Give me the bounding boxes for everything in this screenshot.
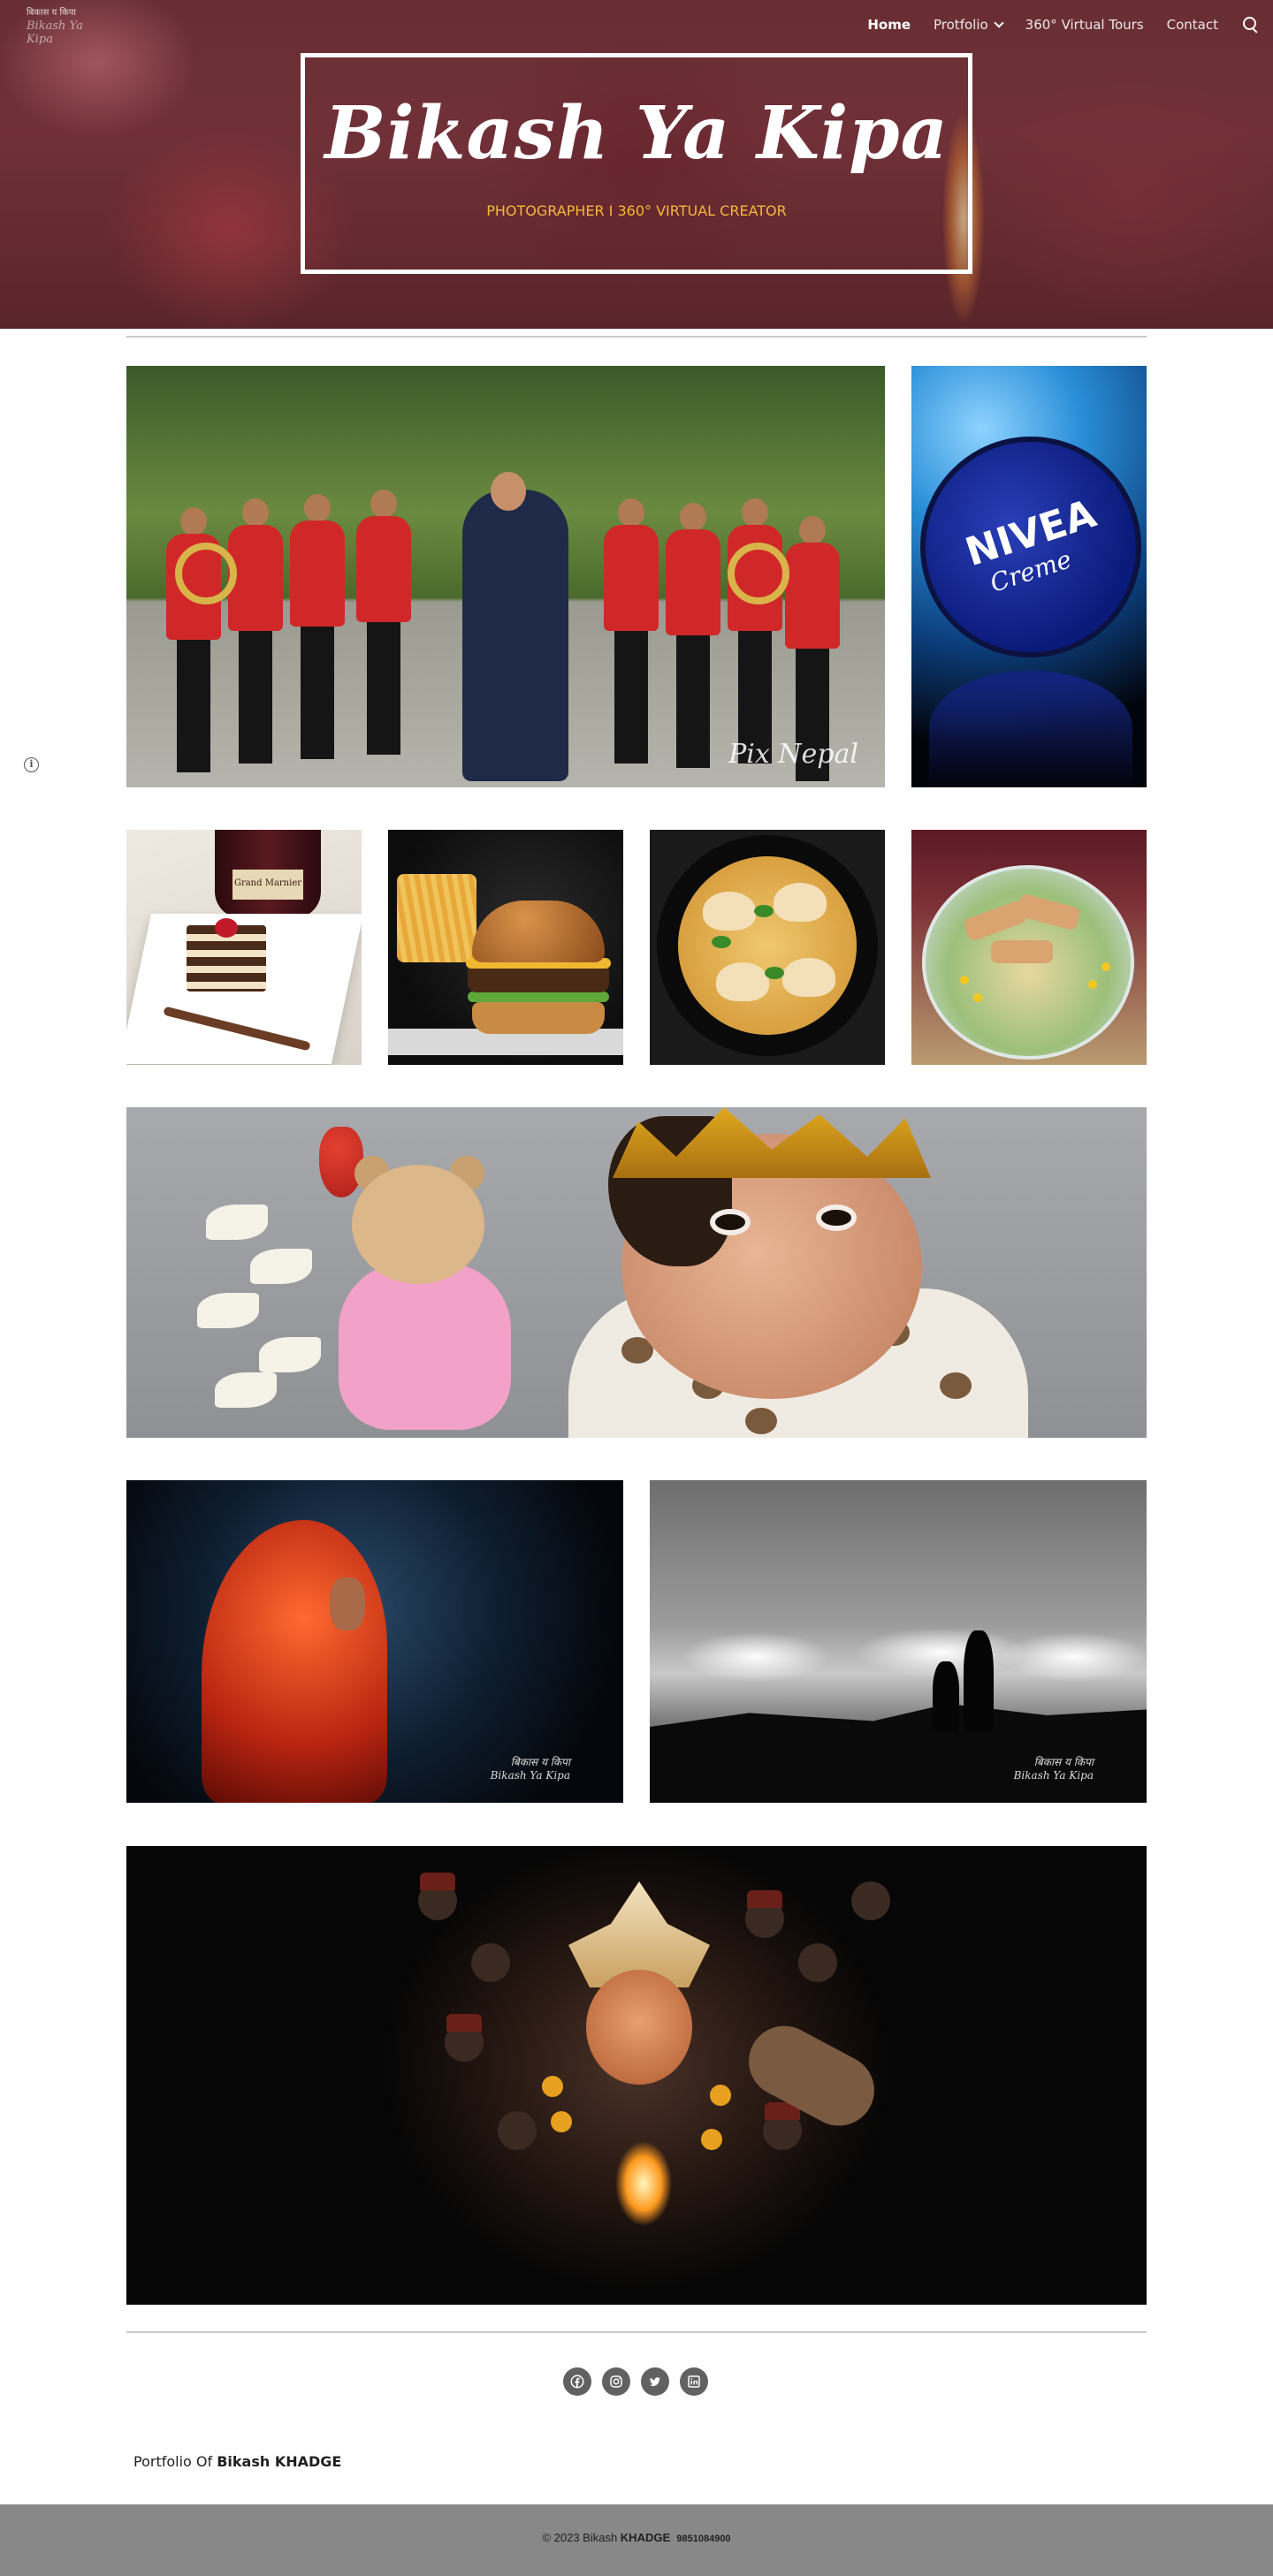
- nav-label-contact: Contact: [1166, 17, 1218, 33]
- portfolio-credit: Portfolio Of Bikash KHADGE: [133, 2453, 341, 2470]
- photo-woman-red-sari[interactable]: बिकास य किपा Bikash Ya Kipa: [126, 1480, 623, 1803]
- site-title: Bikash Ya Kipa: [324, 91, 949, 176]
- photo-momo[interactable]: [650, 830, 885, 1065]
- photo-nivea-tin[interactable]: NIVEA Creme: [911, 366, 1147, 787]
- logo-line-1: बिकास य किपा: [27, 8, 77, 18]
- header-banner: बिकास य किपा Bikash Ya Kipa Home Protfol…: [0, 0, 1273, 329]
- instagram-icon[interactable]: [602, 2367, 630, 2396]
- copyright-surname: KHADGE: [620, 2531, 671, 2544]
- search-icon[interactable]: [1241, 15, 1261, 34]
- portfolio-name: Bikash KHADGE: [217, 2453, 342, 2470]
- copyright-prefix: © 2023 Bikash: [542, 2531, 621, 2544]
- site-subtitle: PHOTOGRAPHER I 360° VIRTUAL CREATOR: [486, 202, 787, 219]
- social-links: [563, 2367, 708, 2396]
- band-watermark: Pix Nepal: [728, 739, 858, 770]
- site-logo[interactable]: बिकास य किपा Bikash Ya Kipa: [27, 5, 106, 46]
- info-icon[interactable]: i: [24, 757, 39, 772]
- nav-item-home[interactable]: Home: [867, 17, 911, 33]
- top-nav: Home Protfolio 360° Virtual Tours Contac…: [867, 14, 1273, 35]
- nav-item-contact[interactable]: Contact: [1167, 17, 1218, 33]
- facebook-icon[interactable]: [563, 2367, 591, 2396]
- photo-newborn[interactable]: [126, 1107, 1147, 1438]
- photo-dessert[interactable]: Grand Marnier: [126, 830, 362, 1065]
- title-box: Bikash Ya Kipa PHOTOGRAPHER I 360° VIRTU…: [301, 53, 972, 274]
- nav-label-virtual-tours: 360° Virtual Tours: [1025, 17, 1144, 33]
- woman-watermark: बिकास य किपा Bikash Ya Kipa: [490, 1755, 570, 1782]
- divider-top: [126, 336, 1147, 338]
- dancer-mask: [586, 1970, 692, 2085]
- linkedin-icon[interactable]: [680, 2367, 708, 2396]
- footer: © 2023 Bikash KHADGE 9851084900: [0, 2504, 1273, 2576]
- footer-phone: 9851084900: [676, 2534, 731, 2544]
- nav-item-virtual-tours[interactable]: 360° Virtual Tours: [1025, 17, 1144, 33]
- photo-burger[interactable]: [388, 830, 623, 1065]
- nav-item-portfolio[interactable]: Protfolio: [934, 17, 1004, 33]
- twitter-icon[interactable]: [641, 2367, 669, 2396]
- photo-mountain-silhouette[interactable]: बिकास य किपा Bikash Ya Kipa: [650, 1480, 1147, 1803]
- photo-festival-dance[interactable]: [126, 1846, 1147, 2305]
- nav-label-home: Home: [867, 17, 911, 33]
- photo-brass-band[interactable]: Pix Nepal: [126, 366, 885, 787]
- photo-salad[interactable]: [911, 830, 1147, 1065]
- chevron-down-icon[interactable]: [994, 17, 1004, 28]
- clarinet-player: [462, 472, 568, 781]
- bottle-label: Grand Marnier: [233, 878, 302, 888]
- logo-line-2: Bikash Ya Kipa: [27, 19, 83, 46]
- footer-copyright: © 2023 Bikash KHADGE 9851084900: [0, 2531, 1273, 2544]
- nav-label-portfolio: Protfolio: [934, 17, 988, 33]
- mountain-watermark: बिकास य किपा Bikash Ya Kipa: [1013, 1755, 1094, 1782]
- portfolio-prefix: Portfolio Of: [133, 2453, 217, 2470]
- divider-bottom: [126, 2331, 1147, 2333]
